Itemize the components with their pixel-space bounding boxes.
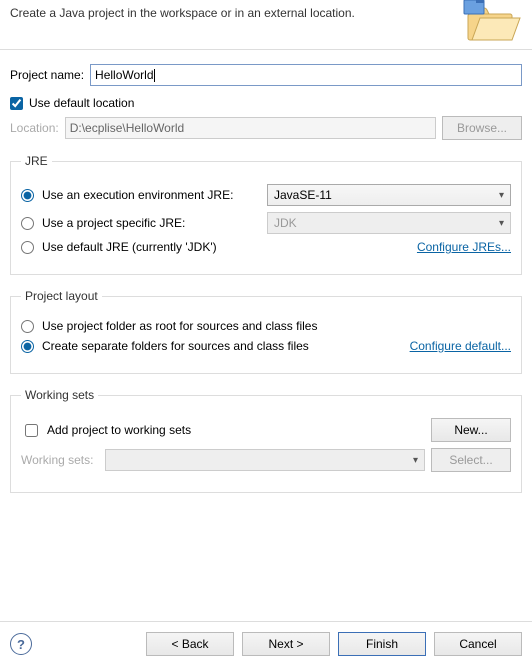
jre-default-label: Use default JRE (currently 'JDK') — [42, 240, 217, 254]
folder-icon — [462, 0, 522, 46]
project-name-input[interactable]: HelloWorld — [90, 64, 522, 86]
text-cursor — [154, 69, 155, 82]
project-layout-group: Project layout Use project folder as roo… — [10, 289, 522, 374]
layout-separate-radio[interactable] — [21, 340, 34, 353]
wizard-header: Create a Java project in the workspace o… — [0, 0, 532, 50]
jre-exec-env-combo[interactable]: JavaSE-11 ▾ — [267, 184, 511, 206]
add-to-working-sets-checkbox[interactable] — [25, 424, 38, 437]
jre-exec-env-radio[interactable] — [21, 189, 34, 202]
back-button[interactable]: < Back — [146, 632, 234, 656]
jre-project-specific-radio[interactable] — [21, 217, 34, 230]
jre-project-specific-row: Use a project specific JRE: JDK ▾ — [21, 212, 511, 234]
next-button[interactable]: Next > — [242, 632, 330, 656]
jre-default-radio[interactable] — [21, 241, 34, 254]
project-layout-legend: Project layout — [21, 289, 102, 303]
working-sets-legend: Working sets — [21, 388, 98, 402]
add-to-working-sets-label: Add project to working sets — [47, 423, 425, 437]
wizard-subtitle: Create a Java project in the workspace o… — [10, 4, 355, 20]
jre-project-specific-combo: JDK ▾ — [267, 212, 511, 234]
layout-separate-row: Create separate folders for sources and … — [21, 339, 511, 353]
wizard-body: Project name: HelloWorld Use default loc… — [0, 50, 532, 503]
working-sets-select-row: Working sets: ▾ Select... — [21, 448, 511, 472]
use-default-label: Use default location — [29, 96, 134, 110]
new-working-set-button[interactable]: New... — [431, 418, 511, 442]
project-name-label: Project name: — [10, 68, 84, 82]
chevron-down-icon: ▾ — [499, 190, 504, 201]
working-sets-group: Working sets Add project to working sets… — [10, 388, 522, 493]
select-working-set-button: Select... — [431, 448, 511, 472]
configure-default-link[interactable]: Configure default... — [410, 339, 511, 353]
browse-button: Browse... — [442, 116, 522, 140]
project-name-row: Project name: HelloWorld — [10, 64, 522, 86]
use-default-location-checkbox[interactable]: Use default location — [10, 96, 522, 110]
finish-button[interactable]: Finish — [338, 632, 426, 656]
jre-project-specific-label: Use a project specific JRE: — [42, 216, 185, 230]
add-to-working-sets-row: Add project to working sets New... — [21, 418, 511, 442]
chevron-down-icon: ▾ — [499, 218, 504, 229]
location-label: Location: — [10, 121, 59, 135]
use-default-checkbox-input[interactable] — [10, 97, 23, 110]
working-sets-combo: ▾ — [105, 449, 425, 471]
location-row: Location: Browse... — [10, 116, 522, 140]
layout-root-label: Use project folder as root for sources a… — [42, 319, 317, 333]
layout-root-radio[interactable] — [21, 320, 34, 333]
jre-group: JRE Use an execution environment JRE: Ja… — [10, 154, 522, 275]
working-sets-label: Working sets: — [21, 453, 93, 467]
location-input — [65, 117, 436, 139]
chevron-down-icon: ▾ — [413, 455, 418, 466]
jre-exec-env-row: Use an execution environment JRE: JavaSE… — [21, 184, 511, 206]
jre-legend: JRE — [21, 154, 52, 168]
configure-jres-link[interactable]: Configure JREs... — [417, 240, 511, 254]
jre-exec-env-label: Use an execution environment JRE: — [42, 188, 233, 202]
layout-separate-label: Create separate folders for sources and … — [42, 339, 309, 353]
wizard-footer: ? < Back Next > Finish Cancel — [0, 621, 532, 666]
layout-root-row: Use project folder as root for sources a… — [21, 319, 511, 333]
help-icon[interactable]: ? — [10, 633, 32, 655]
jre-default-row: Use default JRE (currently 'JDK') Config… — [21, 240, 511, 254]
cancel-button[interactable]: Cancel — [434, 632, 522, 656]
